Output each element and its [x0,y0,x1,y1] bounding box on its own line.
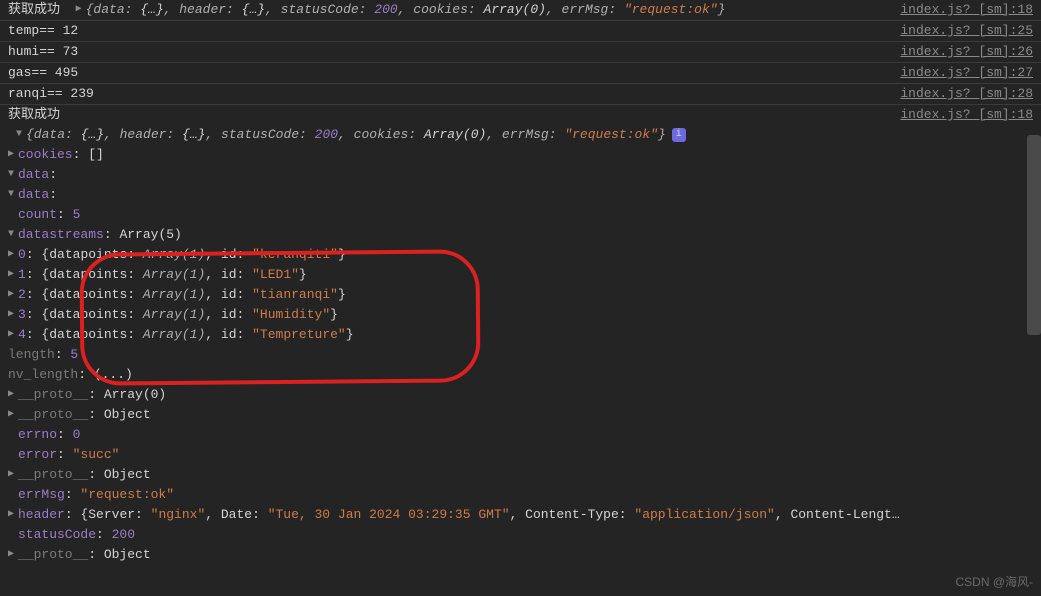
collapse-icon[interactable] [8,225,18,245]
tree-statuscode[interactable]: statusCode: 200 [0,525,1041,545]
expand-icon[interactable] [8,265,18,285]
console-row[interactable]: gas== 495 index.js? [sm]:27 [0,63,1041,84]
expand-icon[interactable] [8,325,18,345]
tree-proto[interactable]: __proto__: Array(0) [0,385,1041,405]
tree-errmsg[interactable]: errMsg: "request:ok" [0,485,1041,505]
expand-icon[interactable] [76,0,86,20]
source-link[interactable]: index.js? [sm]:27 [888,63,1033,83]
console-row[interactable]: 获取成功 {data: {…}, header: {…}, statusCode… [0,0,1041,21]
tree-proto[interactable]: __proto__: Object [0,465,1041,485]
expand-icon[interactable] [8,145,18,165]
console-row[interactable]: humi== 73 index.js? [sm]:26 [0,42,1041,63]
tree-data[interactable]: data: [0,165,1041,185]
source-link[interactable]: index.js? [sm]:18 [888,105,1033,125]
log-text: temp== 12 [8,21,78,41]
object-summary: {data: {…}, header: {…}, statusCode: 200… [26,125,666,145]
tree-length[interactable]: length: 5 [0,345,1041,365]
collapse-icon[interactable] [8,165,18,185]
source-link[interactable]: index.js? [sm]:18 [888,0,1033,20]
expand-icon[interactable] [8,285,18,305]
tree-data-inner[interactable]: data: [0,185,1041,205]
log-prefix: 获取成功 [8,0,60,20]
scrollbar-thumb[interactable] [1027,135,1041,335]
console-row[interactable]: ranqi== 239 index.js? [sm]:28 [0,84,1041,105]
expand-icon[interactable] [8,305,18,325]
tree-errno[interactable]: errno: 0 [0,425,1041,445]
info-badge-icon[interactable]: i [672,128,686,142]
tree-proto[interactable]: __proto__: Object [0,405,1041,425]
expand-icon[interactable] [8,405,18,425]
expand-icon[interactable] [8,385,18,405]
watermark: CSDN @海风- [955,572,1033,592]
tree-datastreams[interactable]: datastreams: Array(5) [0,225,1041,245]
collapse-icon[interactable] [16,125,26,145]
console-row-expanded-header[interactable]: 获取成功 index.js? [sm]:18 [0,105,1041,125]
tree-ds-item[interactable]: 4: {datapoints: Array(1), id: "Tempretur… [0,325,1041,345]
tree-cookies[interactable]: cookies: [] [0,145,1041,165]
tree-ds-item[interactable]: 1: {datapoints: Array(1), id: "LED1"} [0,265,1041,285]
collapse-icon[interactable] [8,185,18,205]
console-row[interactable]: temp== 12 index.js? [sm]:25 [0,21,1041,42]
log-text: humi== 73 [8,42,78,62]
tree-count[interactable]: count: 5 [0,205,1041,225]
source-link[interactable]: index.js? [sm]:25 [888,21,1033,41]
object-summary-row[interactable]: {data: {…}, header: {…}, statusCode: 200… [0,125,1041,145]
tree-error[interactable]: error: "succ" [0,445,1041,465]
object-summary: {data: {…}, header: {…}, statusCode: 200… [86,0,726,20]
tree-ds-item[interactable]: 0: {datapoints: Array(1), id: "keranqiti… [0,245,1041,265]
expand-icon[interactable] [8,505,18,525]
expand-icon[interactable] [8,465,18,485]
log-prefix: 获取成功 [8,105,60,125]
log-text: gas== 495 [8,63,78,83]
expand-icon[interactable] [8,245,18,265]
tree-nvlength[interactable]: nv_length: (...) [0,365,1041,385]
expand-icon[interactable] [8,545,18,565]
tree-header[interactable]: header: {Server: "nginx", Date: "Tue, 30… [0,505,1041,525]
tree-ds-item[interactable]: 3: {datapoints: Array(1), id: "Humidity"… [0,305,1041,325]
source-link[interactable]: index.js? [sm]:26 [888,42,1033,62]
log-text: ranqi== 239 [8,84,94,104]
source-link[interactable]: index.js? [sm]:28 [888,84,1033,104]
tree-proto[interactable]: __proto__: Object [0,545,1041,565]
tree-ds-item[interactable]: 2: {datapoints: Array(1), id: "tianranqi… [0,285,1041,305]
